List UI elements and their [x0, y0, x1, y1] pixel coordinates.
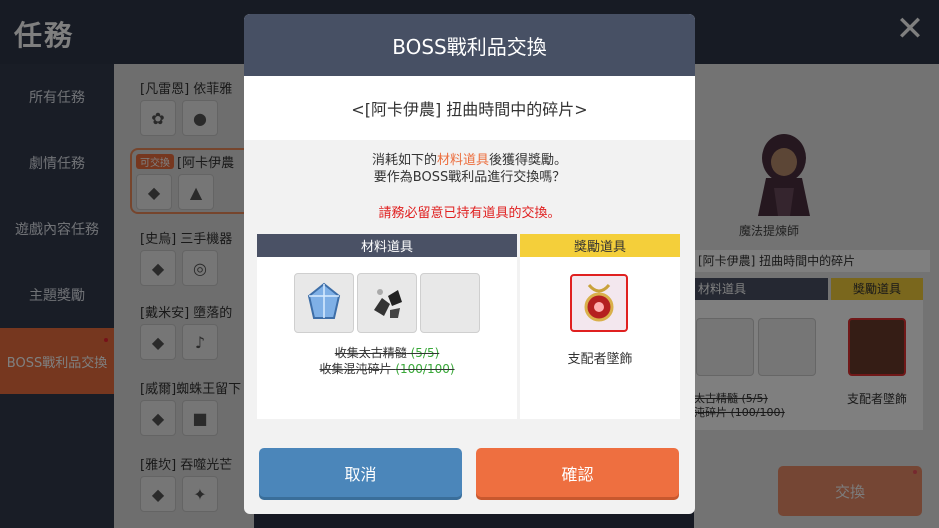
crystal-icon [294, 273, 354, 333]
reward-name: 支配者墜飾 [567, 352, 633, 367]
requirement-1: 收集太古精髓 (5/5) [334, 346, 440, 360]
dialog-subtitle: <[阿卡伊農] 扭曲時間中的碎片> [244, 76, 695, 140]
dialog-description: 消耗如下的材料道具後獲得獎勵。 要作為BOSS戰利品進行交換嗎？ [371, 153, 568, 185]
pendant-icon [570, 274, 628, 332]
boss-exchange-dialog: BOSS戰利品交換 <[阿卡伊農] 扭曲時間中的碎片> 消耗如下的材料道具後獲得… [244, 14, 695, 514]
material-header: 材料道具 [257, 234, 517, 257]
material-highlight: 材料道具 [436, 153, 489, 168]
dialog-warning: 請務必留意已持有道具的交換。 [378, 206, 561, 221]
empty-slot [420, 273, 480, 333]
confirm-button[interactable]: 確認 [476, 448, 679, 497]
requirement-2: 收集混沌碎片 (100/100) [319, 362, 455, 376]
dialog-title: BOSS戰利品交換 [244, 14, 695, 76]
reward-header: 獎勵道具 [520, 234, 680, 257]
fragment-icon [357, 273, 417, 333]
cancel-button[interactable]: 取消 [259, 448, 462, 497]
